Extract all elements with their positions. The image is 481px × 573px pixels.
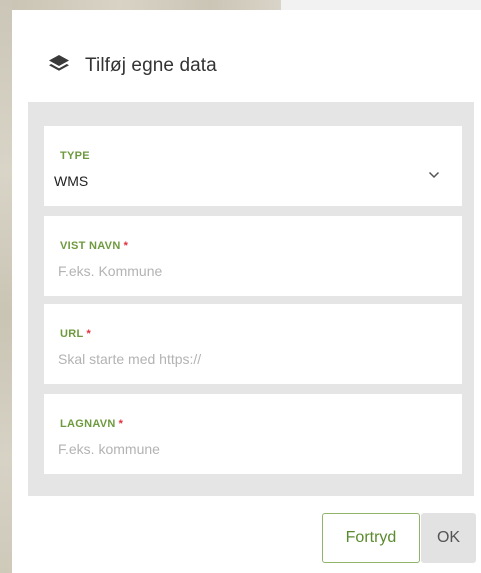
url-field: URL * bbox=[44, 304, 462, 384]
display-name-input[interactable] bbox=[58, 259, 438, 283]
dialog-header: Tilføj egne data bbox=[12, 10, 481, 102]
required-marker: * bbox=[86, 328, 92, 340]
url-input[interactable] bbox=[58, 347, 438, 371]
cancel-button[interactable]: Fortryd bbox=[322, 513, 420, 563]
add-data-dialog: Tilføj egne data TYPE WMS VIST NAVN* URL… bbox=[12, 10, 481, 573]
type-select[interactable]: TYPE WMS bbox=[44, 126, 462, 206]
type-label: TYPE bbox=[60, 150, 90, 162]
map-background-left bbox=[0, 0, 12, 573]
required-marker: * bbox=[123, 240, 129, 252]
type-selected-value: WMS bbox=[54, 173, 89, 189]
display-name-field: VIST NAVN * bbox=[44, 216, 462, 296]
background-right bbox=[281, 0, 481, 10]
url-label: URL * bbox=[60, 328, 92, 340]
ok-button[interactable]: OK bbox=[421, 513, 476, 563]
required-marker: * bbox=[118, 418, 124, 430]
layer-name-input[interactable] bbox=[58, 437, 438, 461]
display-name-label: VIST NAVN * bbox=[60, 240, 129, 252]
chevron-down-icon[interactable] bbox=[428, 166, 440, 179]
layer-name-label: LAGNAVN * bbox=[60, 418, 124, 430]
form-panel: TYPE WMS VIST NAVN* URL* LAGNAVN* bbox=[28, 102, 474, 496]
dialog-title: Tilføj egne data bbox=[85, 55, 217, 76]
map-background-top bbox=[0, 0, 300, 10]
layer-name-field: LAGNAVN * bbox=[44, 394, 462, 474]
layers-icon bbox=[48, 54, 70, 74]
